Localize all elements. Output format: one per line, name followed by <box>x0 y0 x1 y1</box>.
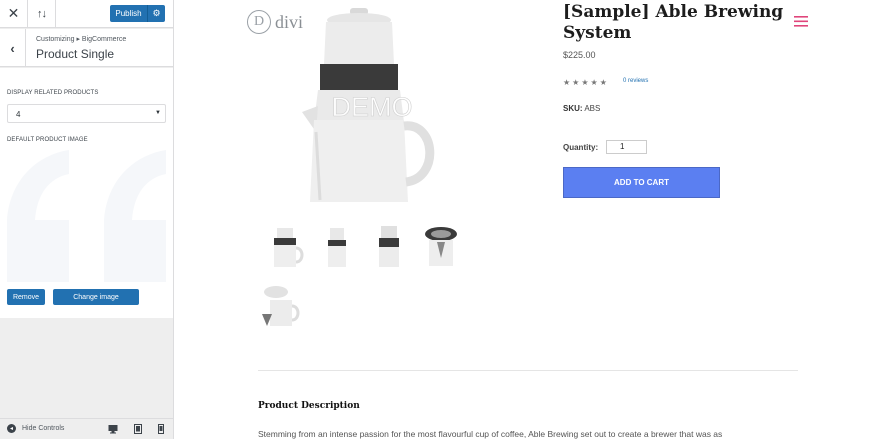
add-to-cart-button[interactable]: ADD TO CART <box>563 167 720 198</box>
tablet-icon[interactable] <box>133 424 143 434</box>
product-main-image[interactable]: DEMO <box>280 2 472 210</box>
logo-mark: D <box>247 10 271 34</box>
back-chevron-icon[interactable]: ‹ <box>0 29 26 67</box>
default-image-preview <box>7 150 166 282</box>
default-image-label: DEFAULT PRODUCT IMAGE <box>7 137 88 143</box>
desktop-icon[interactable] <box>108 424 118 434</box>
controls-panel: DISPLAY RELATED PRODUCTS 4 ▼ DEFAULT PRO… <box>0 68 173 318</box>
section-title: Product Single <box>36 47 115 61</box>
reviews-link[interactable]: 0 reviews <box>623 78 648 84</box>
select-caret-icon: ▼ <box>155 110 161 116</box>
publish-button[interactable]: Publish <box>110 5 148 22</box>
related-products-select[interactable]: 4 ▼ <box>7 104 166 123</box>
sku-value: ABS <box>584 104 601 113</box>
change-image-button[interactable]: Change image <box>53 289 139 305</box>
rating-stars: ★★★★★ <box>563 78 609 87</box>
hide-controls-label: Hide Controls <box>22 425 65 432</box>
publish-button-group: Publish ⚙ <box>110 5 165 22</box>
section-header: ‹ Customizing ▸ BigCommerce Product Sing… <box>0 29 173 67</box>
customizer-topbar: ✕ ↑↓ Publish ⚙ <box>0 0 173 28</box>
thumbnail-3[interactable] <box>368 220 410 272</box>
quantity-input[interactable]: 1 <box>606 140 647 154</box>
description-title: Product Description <box>258 401 360 411</box>
remove-image-button[interactable]: Remove <box>7 289 45 305</box>
thumbnail-1[interactable] <box>264 220 306 272</box>
section-divider <box>258 370 798 371</box>
product-title: [Sample] Able Brewing System <box>563 2 784 43</box>
related-products-label: DISPLAY RELATED PRODUCTS <box>7 90 99 96</box>
site-preview: D divi DEMO [Sample] Able Brewing System… <box>174 0 880 439</box>
sort-icon[interactable]: ↑↓ <box>28 0 56 27</box>
thumbnail-2[interactable] <box>316 220 358 272</box>
customizer-sidebar: ✕ ↑↓ Publish ⚙ ‹ Customizing ▸ BigCommer… <box>0 0 174 439</box>
collapse-icon: ◂ <box>7 424 16 433</box>
thumbnail-4[interactable] <box>420 220 462 272</box>
mobile-icon[interactable] <box>156 424 166 434</box>
thumbnail-5[interactable] <box>258 280 300 332</box>
related-products-value: 4 <box>16 110 21 119</box>
hamburger-menu-icon[interactable] <box>794 16 808 27</box>
quantity-label: Quantity: <box>563 143 599 152</box>
demo-watermark: DEMO <box>332 92 413 122</box>
hide-controls-button[interactable]: ◂ Hide Controls <box>7 424 64 433</box>
breadcrumb: Customizing ▸ BigCommerce <box>36 36 127 43</box>
customizer-footer: ◂ Hide Controls <box>0 418 173 439</box>
gear-icon[interactable]: ⚙ <box>148 5 165 22</box>
sku-label: SKU: <box>563 104 583 113</box>
product-sku: SKU: ABS <box>563 104 600 113</box>
product-price: $225.00 <box>563 50 596 60</box>
description-text: Stemming from an intense passion for the… <box>258 429 723 439</box>
close-icon[interactable]: ✕ <box>0 0 28 27</box>
customizer-screen: ✕ ↑↓ Publish ⚙ ‹ Customizing ▸ BigCommer… <box>0 0 880 439</box>
product-thumbnails <box>258 218 478 334</box>
